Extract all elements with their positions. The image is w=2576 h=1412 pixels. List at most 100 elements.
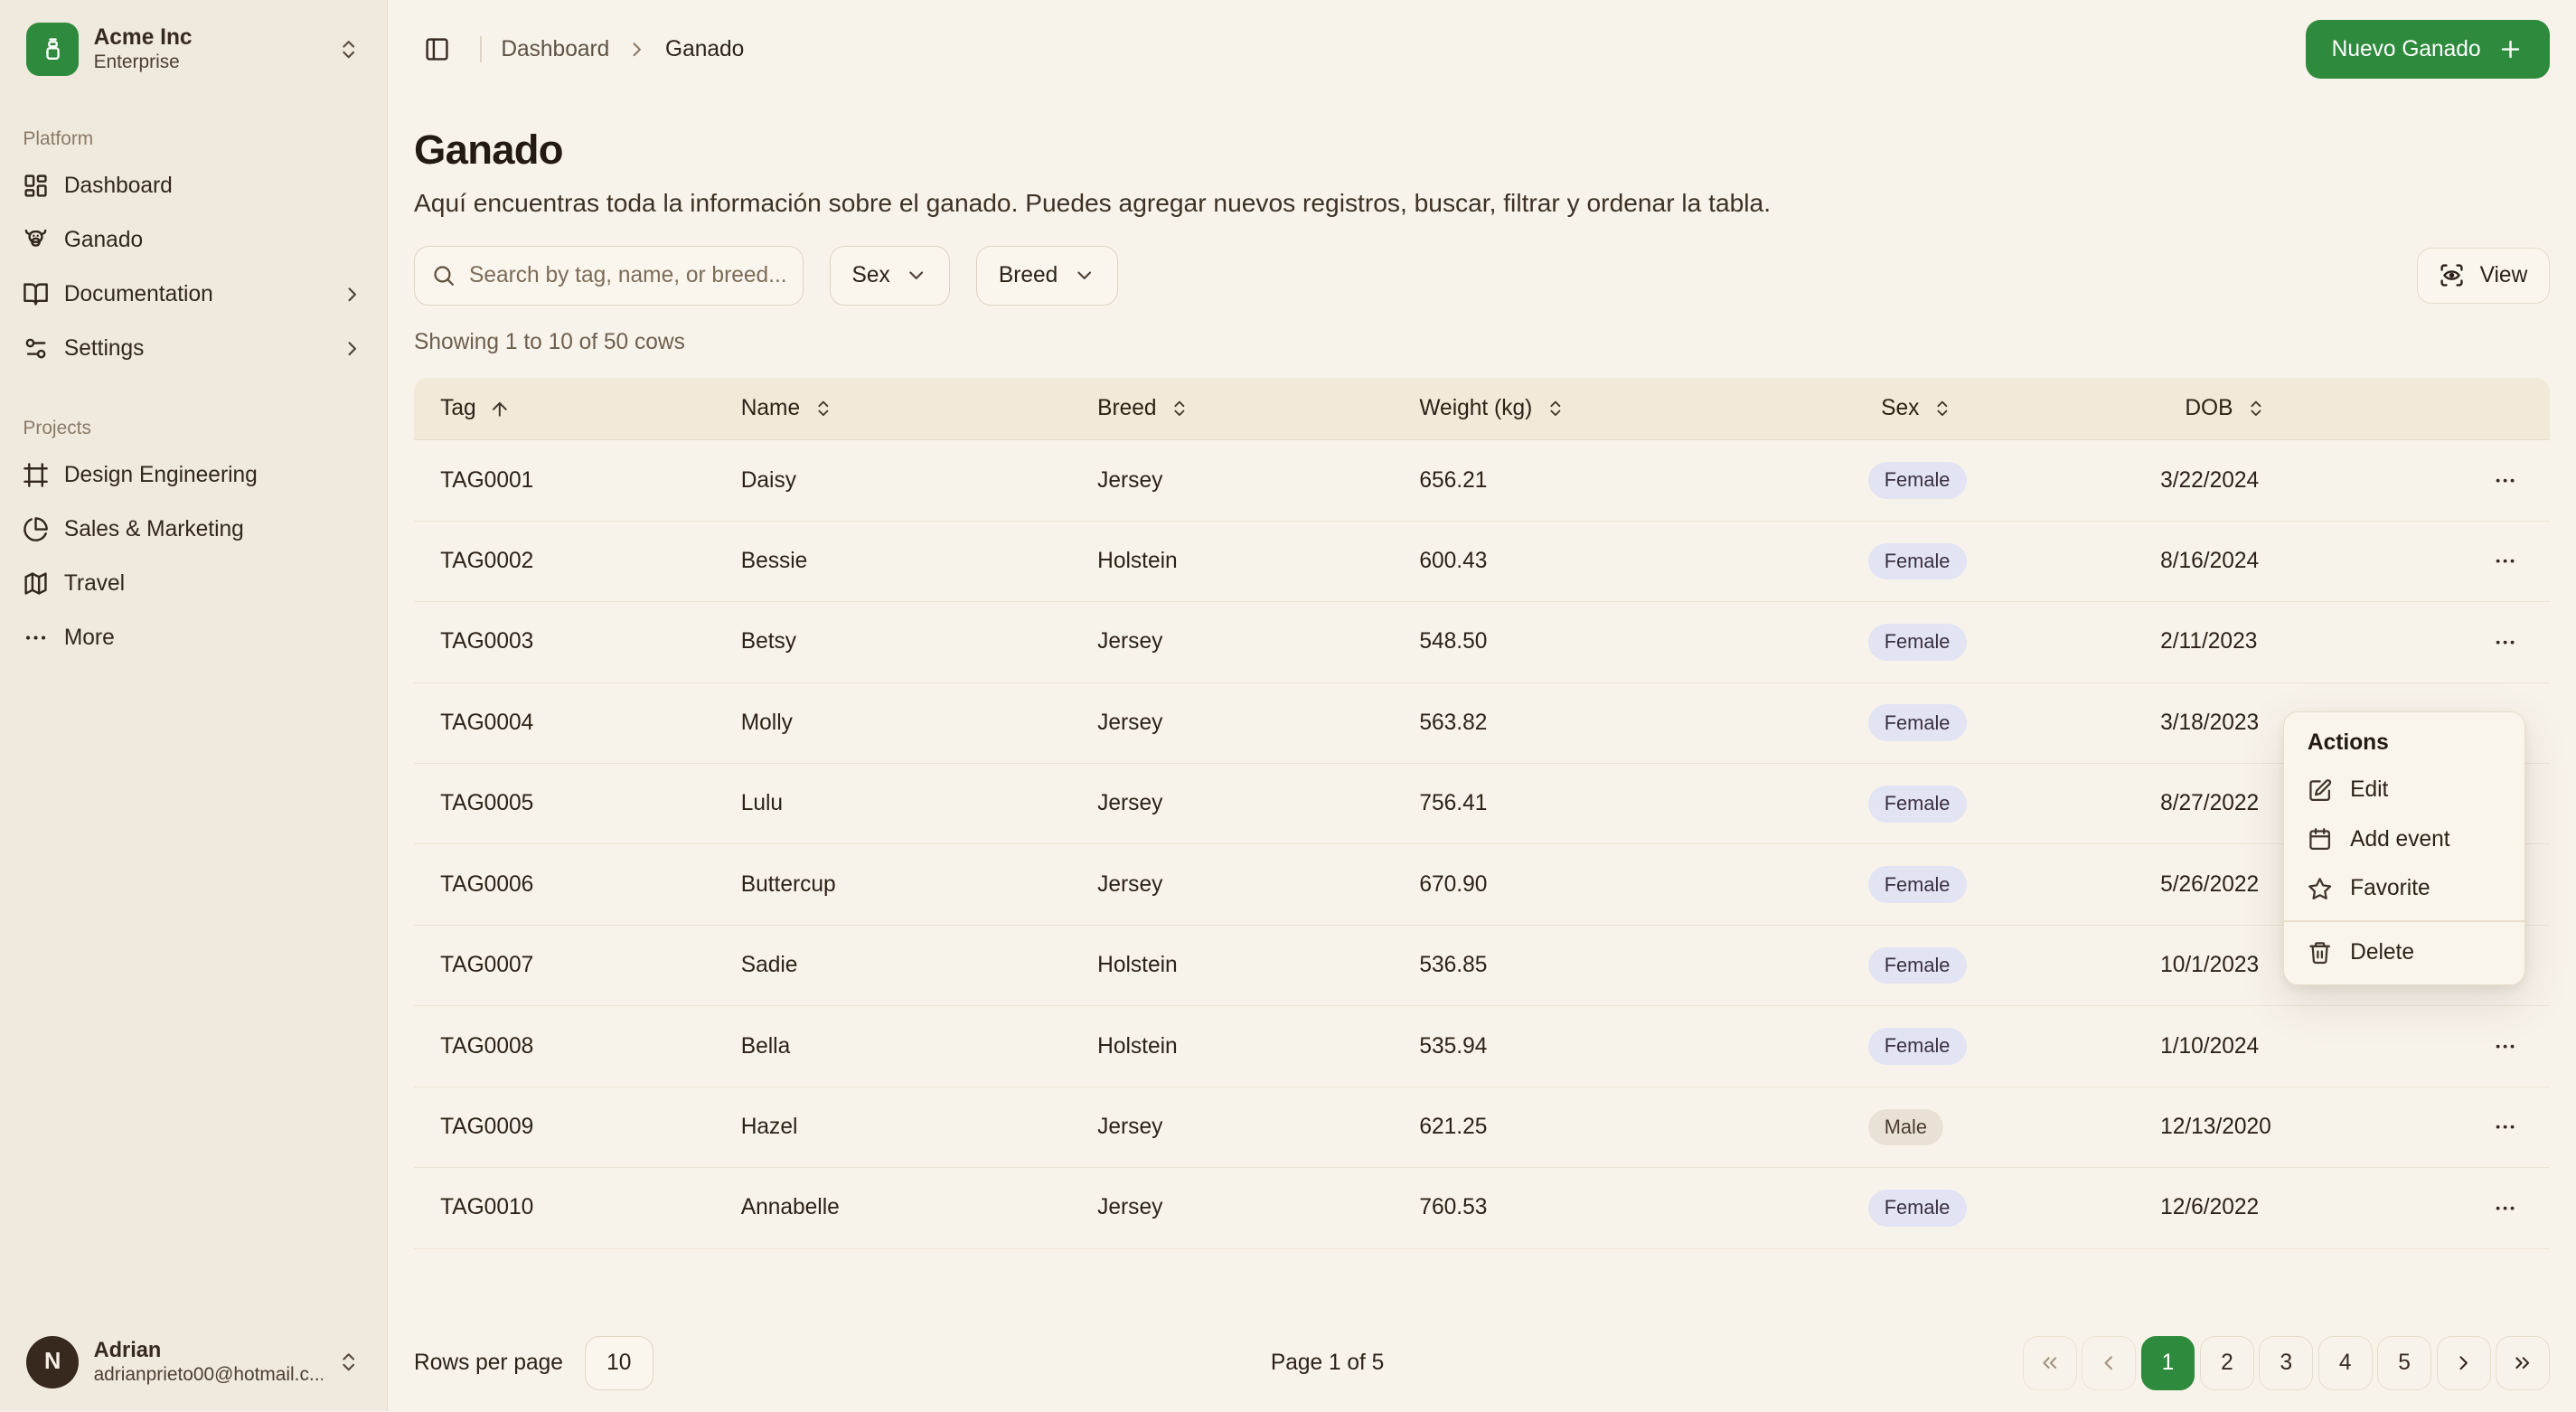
pager: 12345 xyxy=(2022,1335,2550,1390)
row-actions-button[interactable] xyxy=(2482,457,2528,504)
sidebar-item-design-engineering[interactable]: Design Engineering xyxy=(14,449,374,502)
column-header-breed[interactable]: Breed xyxy=(1097,396,1419,421)
user-email: adrianprieto00@hotmail.c... xyxy=(93,1364,324,1386)
ellipsis-icon xyxy=(2493,1034,2517,1059)
breadcrumb-dashboard[interactable]: Dashboard xyxy=(501,37,609,62)
search-input[interactable] xyxy=(468,262,786,288)
main-area: Dashboard Ganado Nuevo Ganado Ganado Aqu… xyxy=(388,0,2576,1411)
cell-sex: Female xyxy=(1867,1028,2161,1065)
cell-weight: 563.82 xyxy=(1419,710,1488,735)
table-row: TAG0005 Lulu Jersey 756.41 Female 8/27/2022 xyxy=(414,764,2550,845)
next-page-button[interactable] xyxy=(2436,1335,2491,1390)
cell-weight: 621.25 xyxy=(1419,1114,1488,1139)
table-row: TAG0010 Annabelle Jersey 760.53 Female 12/6/2… xyxy=(414,1168,2550,1249)
sidebar-item-dashboard[interactable]: Dashboard xyxy=(14,160,374,212)
org-switcher[interactable]: Acme Inc Enterprise xyxy=(14,14,374,86)
trash-icon xyxy=(2308,940,2332,965)
ellipsis-icon xyxy=(2493,549,2517,573)
sidebar-item-sales-marketing[interactable]: Sales & Marketing xyxy=(14,504,374,556)
user-menu[interactable]: N Adrian adrianprieto00@hotmail.c... xyxy=(14,1326,374,1398)
sidebar-item-ganado[interactable]: Ganado xyxy=(14,214,374,267)
frame-icon xyxy=(23,462,49,488)
sort-toggle-icon xyxy=(1932,399,1952,419)
chevron-right-icon xyxy=(2452,1351,2475,1374)
chevron-down-icon xyxy=(1073,264,1095,287)
user-name: Adrian xyxy=(93,1339,162,1363)
cell-name: Molly xyxy=(740,710,793,735)
sidebar-item-settings[interactable]: Settings xyxy=(14,323,374,375)
divider xyxy=(479,35,482,63)
column-header-name[interactable]: Name xyxy=(741,396,1097,421)
view-button-label: View xyxy=(2479,262,2528,287)
sidebar-item-label: Design Engineering xyxy=(63,462,258,487)
cell-weight: 670.90 xyxy=(1419,871,1488,897)
view-button[interactable]: View xyxy=(2416,247,2550,304)
sex-badge: Female xyxy=(1867,624,1967,661)
menu-item-favorite[interactable]: Favorite xyxy=(2291,864,2518,914)
pagination-bar: Rows per page 10 Page 1 of 5 12345 xyxy=(414,1306,2550,1390)
column-header-dob[interactable]: DOB xyxy=(2160,396,2461,421)
cell-tag: TAG0002 xyxy=(440,548,534,573)
new-ganado-label: Nuevo Ganado xyxy=(2331,36,2481,61)
sidebar-item-travel[interactable]: Travel xyxy=(14,558,374,610)
results-count: Showing 1 to 10 of 50 cows xyxy=(414,329,685,354)
page-4-button[interactable]: 4 xyxy=(2317,1335,2373,1390)
sort-ascending-icon xyxy=(489,399,511,420)
breadcrumb: Dashboard Ganado xyxy=(501,37,744,62)
cell-breed: Jersey xyxy=(1097,629,1163,654)
page-2-button[interactable]: 2 xyxy=(2199,1335,2254,1390)
menu-item-add-event[interactable]: Add event xyxy=(2291,814,2518,864)
sex-filter-dropdown[interactable]: Sex xyxy=(829,246,951,306)
menu-item-edit[interactable]: Edit xyxy=(2291,766,2518,815)
breadcrumb-current: Ganado xyxy=(665,36,745,61)
filter-bar: Sex Breed View xyxy=(414,246,2550,306)
previous-page-button[interactable] xyxy=(2082,1335,2137,1390)
new-ganado-button[interactable]: Nuevo Ganado xyxy=(2305,19,2550,80)
rows-per-page-select[interactable]: 10 xyxy=(584,1335,653,1390)
page-5-button[interactable]: 5 xyxy=(2377,1335,2432,1390)
chevrons-up-down-icon xyxy=(337,1351,360,1373)
sex-filter-label: Sex xyxy=(851,262,890,287)
row-actions-button[interactable] xyxy=(2482,1185,2528,1231)
column-header-tag[interactable]: Tag xyxy=(414,396,741,421)
row-actions-button[interactable] xyxy=(2482,539,2528,585)
row-actions-button[interactable] xyxy=(2482,619,2528,665)
column-header-weight-kg[interactable]: Weight (kg) xyxy=(1419,396,1867,421)
sidebar-item-label: More xyxy=(63,625,115,650)
pie-chart-icon xyxy=(23,516,49,542)
org-logo-icon xyxy=(26,23,80,76)
jar-icon xyxy=(40,36,66,62)
page-3-button[interactable]: 3 xyxy=(2259,1335,2314,1390)
page-1-button[interactable]: 1 xyxy=(2140,1335,2195,1390)
sex-badge: Female xyxy=(1867,866,1967,904)
edit-icon xyxy=(2308,778,2332,803)
chevron-down-icon xyxy=(905,264,927,287)
cell-name: Annabelle xyxy=(740,1195,840,1220)
cell-sex: Female xyxy=(1867,946,2161,984)
sidebar-item-label: Dashboard xyxy=(63,173,173,198)
sex-badge: Female xyxy=(1867,462,1967,499)
cattle-table: Tag Name Breed Weight (kg) Sex DOB TAG0001 Dai… xyxy=(414,378,2550,1249)
column-header-sex[interactable]: Sex xyxy=(1868,396,2161,421)
last-page-button[interactable] xyxy=(2495,1335,2550,1390)
table-header-row: Tag Name Breed Weight (kg) Sex DOB xyxy=(414,378,2550,441)
sex-badge: Female xyxy=(1867,1190,1967,1227)
sidebar-item-documentation[interactable]: Documentation xyxy=(14,268,374,321)
sidebar-nav: Platform Dashboard Ganado Documentation Sett… xyxy=(0,99,387,1313)
search-icon xyxy=(431,263,456,287)
row-actions-button[interactable] xyxy=(2482,1023,2528,1069)
cell-name: Lulu xyxy=(740,791,784,816)
breed-filter-dropdown[interactable]: Breed xyxy=(976,246,1118,306)
row-actions-button[interactable] xyxy=(2482,1104,2528,1150)
ellipsis-icon xyxy=(2493,468,2517,493)
sidebar-toggle-button[interactable] xyxy=(414,26,460,72)
cell-name: Sadie xyxy=(740,953,798,978)
chevron-right-icon xyxy=(341,337,363,360)
menu-item-delete[interactable]: Delete xyxy=(2291,928,2518,978)
sidebar-item-more[interactable]: More xyxy=(14,612,374,664)
sidebar-item-label: Settings xyxy=(63,335,145,361)
row-actions-menu: Actions Edit Add event Favorite Delete xyxy=(2283,711,2525,985)
first-page-button[interactable] xyxy=(2022,1335,2077,1390)
cell-tag: TAG0004 xyxy=(440,710,534,735)
sex-badge: Female xyxy=(1867,785,1967,823)
